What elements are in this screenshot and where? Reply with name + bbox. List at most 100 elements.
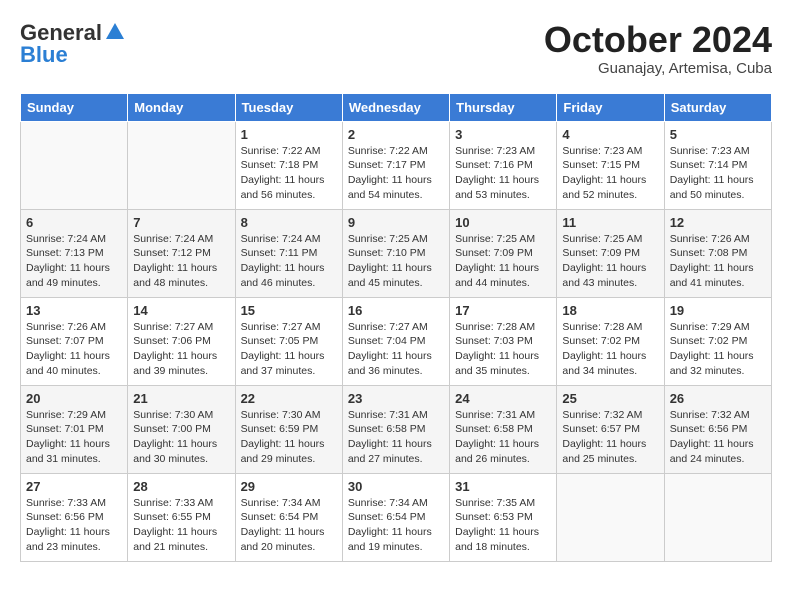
daylight-text: Daylight: 11 hours and 23 minutes. [26, 526, 110, 553]
cell-info: Sunrise: 7:26 AM Sunset: 7:07 PM Dayligh… [26, 320, 122, 379]
sunset-text: Sunset: 7:17 PM [348, 159, 426, 171]
daylight-text: Daylight: 11 hours and 27 minutes. [348, 438, 432, 465]
cell-info: Sunrise: 7:32 AM Sunset: 6:56 PM Dayligh… [670, 408, 766, 467]
calendar-cell: 8 Sunrise: 7:24 AM Sunset: 7:11 PM Dayli… [235, 209, 342, 297]
daylight-text: Daylight: 11 hours and 56 minutes. [241, 174, 325, 201]
day-number: 30 [348, 479, 444, 494]
cell-info: Sunrise: 7:31 AM Sunset: 6:58 PM Dayligh… [348, 408, 444, 467]
day-number: 19 [670, 303, 766, 318]
sunset-text: Sunset: 7:00 PM [133, 423, 211, 435]
sunset-text: Sunset: 7:02 PM [562, 335, 640, 347]
cell-info: Sunrise: 7:31 AM Sunset: 6:58 PM Dayligh… [455, 408, 551, 467]
cell-info: Sunrise: 7:27 AM Sunset: 7:06 PM Dayligh… [133, 320, 229, 379]
calendar-cell: 6 Sunrise: 7:24 AM Sunset: 7:13 PM Dayli… [21, 209, 128, 297]
calendar-table: Sunday Monday Tuesday Wednesday Thursday… [20, 93, 772, 562]
sunset-text: Sunset: 6:53 PM [455, 511, 533, 523]
sunrise-text: Sunrise: 7:23 AM [562, 145, 642, 157]
sunrise-text: Sunrise: 7:32 AM [562, 409, 642, 421]
cell-info: Sunrise: 7:27 AM Sunset: 7:04 PM Dayligh… [348, 320, 444, 379]
cell-info: Sunrise: 7:34 AM Sunset: 6:54 PM Dayligh… [241, 496, 337, 555]
day-number: 28 [133, 479, 229, 494]
calendar-cell: 7 Sunrise: 7:24 AM Sunset: 7:12 PM Dayli… [128, 209, 235, 297]
calendar-week-4: 20 Sunrise: 7:29 AM Sunset: 7:01 PM Dayl… [21, 385, 772, 473]
sunrise-text: Sunrise: 7:26 AM [26, 321, 106, 333]
daylight-text: Daylight: 11 hours and 48 minutes. [133, 262, 217, 289]
sunrise-text: Sunrise: 7:28 AM [455, 321, 535, 333]
calendar-cell: 9 Sunrise: 7:25 AM Sunset: 7:10 PM Dayli… [342, 209, 449, 297]
sunset-text: Sunset: 7:11 PM [241, 247, 318, 259]
daylight-text: Daylight: 11 hours and 37 minutes. [241, 350, 325, 377]
calendar-cell: 1 Sunrise: 7:22 AM Sunset: 7:18 PM Dayli… [235, 121, 342, 209]
sunrise-text: Sunrise: 7:29 AM [670, 321, 750, 333]
sunrise-text: Sunrise: 7:24 AM [241, 233, 321, 245]
sunset-text: Sunset: 7:08 PM [670, 247, 748, 259]
cell-info: Sunrise: 7:29 AM Sunset: 7:01 PM Dayligh… [26, 408, 122, 467]
calendar-cell: 20 Sunrise: 7:29 AM Sunset: 7:01 PM Dayl… [21, 385, 128, 473]
sunset-text: Sunset: 7:12 PM [133, 247, 211, 259]
cell-info: Sunrise: 7:24 AM Sunset: 7:11 PM Dayligh… [241, 232, 337, 291]
cell-info: Sunrise: 7:35 AM Sunset: 6:53 PM Dayligh… [455, 496, 551, 555]
sunset-text: Sunset: 7:09 PM [455, 247, 533, 259]
sunrise-text: Sunrise: 7:28 AM [562, 321, 642, 333]
sunset-text: Sunset: 7:06 PM [133, 335, 211, 347]
calendar-cell: 21 Sunrise: 7:30 AM Sunset: 7:00 PM Dayl… [128, 385, 235, 473]
logo-blue-text: Blue [20, 42, 68, 68]
sunset-text: Sunset: 7:10 PM [348, 247, 426, 259]
calendar-cell: 14 Sunrise: 7:27 AM Sunset: 7:06 PM Dayl… [128, 297, 235, 385]
cell-info: Sunrise: 7:25 AM Sunset: 7:09 PM Dayligh… [455, 232, 551, 291]
calendar-cell [557, 473, 664, 561]
sunrise-text: Sunrise: 7:24 AM [26, 233, 106, 245]
day-number: 2 [348, 127, 444, 142]
day-number: 6 [26, 215, 122, 230]
calendar-cell: 5 Sunrise: 7:23 AM Sunset: 7:14 PM Dayli… [664, 121, 771, 209]
page: General Blue October 2024 Guanajay, Arte… [0, 0, 792, 582]
daylight-text: Daylight: 11 hours and 29 minutes. [241, 438, 325, 465]
cell-info: Sunrise: 7:23 AM Sunset: 7:14 PM Dayligh… [670, 144, 766, 203]
sunset-text: Sunset: 7:09 PM [562, 247, 640, 259]
day-number: 16 [348, 303, 444, 318]
daylight-text: Daylight: 11 hours and 35 minutes. [455, 350, 539, 377]
cell-info: Sunrise: 7:22 AM Sunset: 7:17 PM Dayligh… [348, 144, 444, 203]
daylight-text: Daylight: 11 hours and 50 minutes. [670, 174, 754, 201]
day-number: 7 [133, 215, 229, 230]
calendar-cell: 10 Sunrise: 7:25 AM Sunset: 7:09 PM Dayl… [450, 209, 557, 297]
header: General Blue October 2024 Guanajay, Arte… [20, 20, 772, 77]
cell-info: Sunrise: 7:34 AM Sunset: 6:54 PM Dayligh… [348, 496, 444, 555]
cell-info: Sunrise: 7:25 AM Sunset: 7:09 PM Dayligh… [562, 232, 658, 291]
sunset-text: Sunset: 7:02 PM [670, 335, 748, 347]
cell-info: Sunrise: 7:26 AM Sunset: 7:08 PM Dayligh… [670, 232, 766, 291]
day-number: 14 [133, 303, 229, 318]
day-number: 17 [455, 303, 551, 318]
sunset-text: Sunset: 7:13 PM [26, 247, 104, 259]
sunrise-text: Sunrise: 7:30 AM [241, 409, 321, 421]
col-friday: Friday [557, 93, 664, 121]
sunrise-text: Sunrise: 7:27 AM [241, 321, 321, 333]
daylight-text: Daylight: 11 hours and 26 minutes. [455, 438, 539, 465]
day-number: 24 [455, 391, 551, 406]
day-number: 27 [26, 479, 122, 494]
sunset-text: Sunset: 6:57 PM [562, 423, 640, 435]
daylight-text: Daylight: 11 hours and 36 minutes. [348, 350, 432, 377]
day-number: 1 [241, 127, 337, 142]
col-saturday: Saturday [664, 93, 771, 121]
sunset-text: Sunset: 6:58 PM [455, 423, 533, 435]
cell-info: Sunrise: 7:27 AM Sunset: 7:05 PM Dayligh… [241, 320, 337, 379]
cell-info: Sunrise: 7:24 AM Sunset: 7:12 PM Dayligh… [133, 232, 229, 291]
day-number: 3 [455, 127, 551, 142]
calendar-cell: 23 Sunrise: 7:31 AM Sunset: 6:58 PM Dayl… [342, 385, 449, 473]
title-block: October 2024 Guanajay, Artemisa, Cuba [544, 20, 772, 77]
calendar-cell: 24 Sunrise: 7:31 AM Sunset: 6:58 PM Dayl… [450, 385, 557, 473]
logo-icon [104, 21, 126, 43]
daylight-text: Daylight: 11 hours and 21 minutes. [133, 526, 217, 553]
daylight-text: Daylight: 11 hours and 43 minutes. [562, 262, 646, 289]
calendar-cell: 30 Sunrise: 7:34 AM Sunset: 6:54 PM Dayl… [342, 473, 449, 561]
daylight-text: Daylight: 11 hours and 49 minutes. [26, 262, 110, 289]
sunrise-text: Sunrise: 7:27 AM [133, 321, 213, 333]
day-number: 25 [562, 391, 658, 406]
calendar-cell: 12 Sunrise: 7:26 AM Sunset: 7:08 PM Dayl… [664, 209, 771, 297]
sunrise-text: Sunrise: 7:22 AM [348, 145, 428, 157]
calendar-cell: 18 Sunrise: 7:28 AM Sunset: 7:02 PM Dayl… [557, 297, 664, 385]
sunset-text: Sunset: 7:15 PM [562, 159, 640, 171]
daylight-text: Daylight: 11 hours and 32 minutes. [670, 350, 754, 377]
calendar-cell: 11 Sunrise: 7:25 AM Sunset: 7:09 PM Dayl… [557, 209, 664, 297]
